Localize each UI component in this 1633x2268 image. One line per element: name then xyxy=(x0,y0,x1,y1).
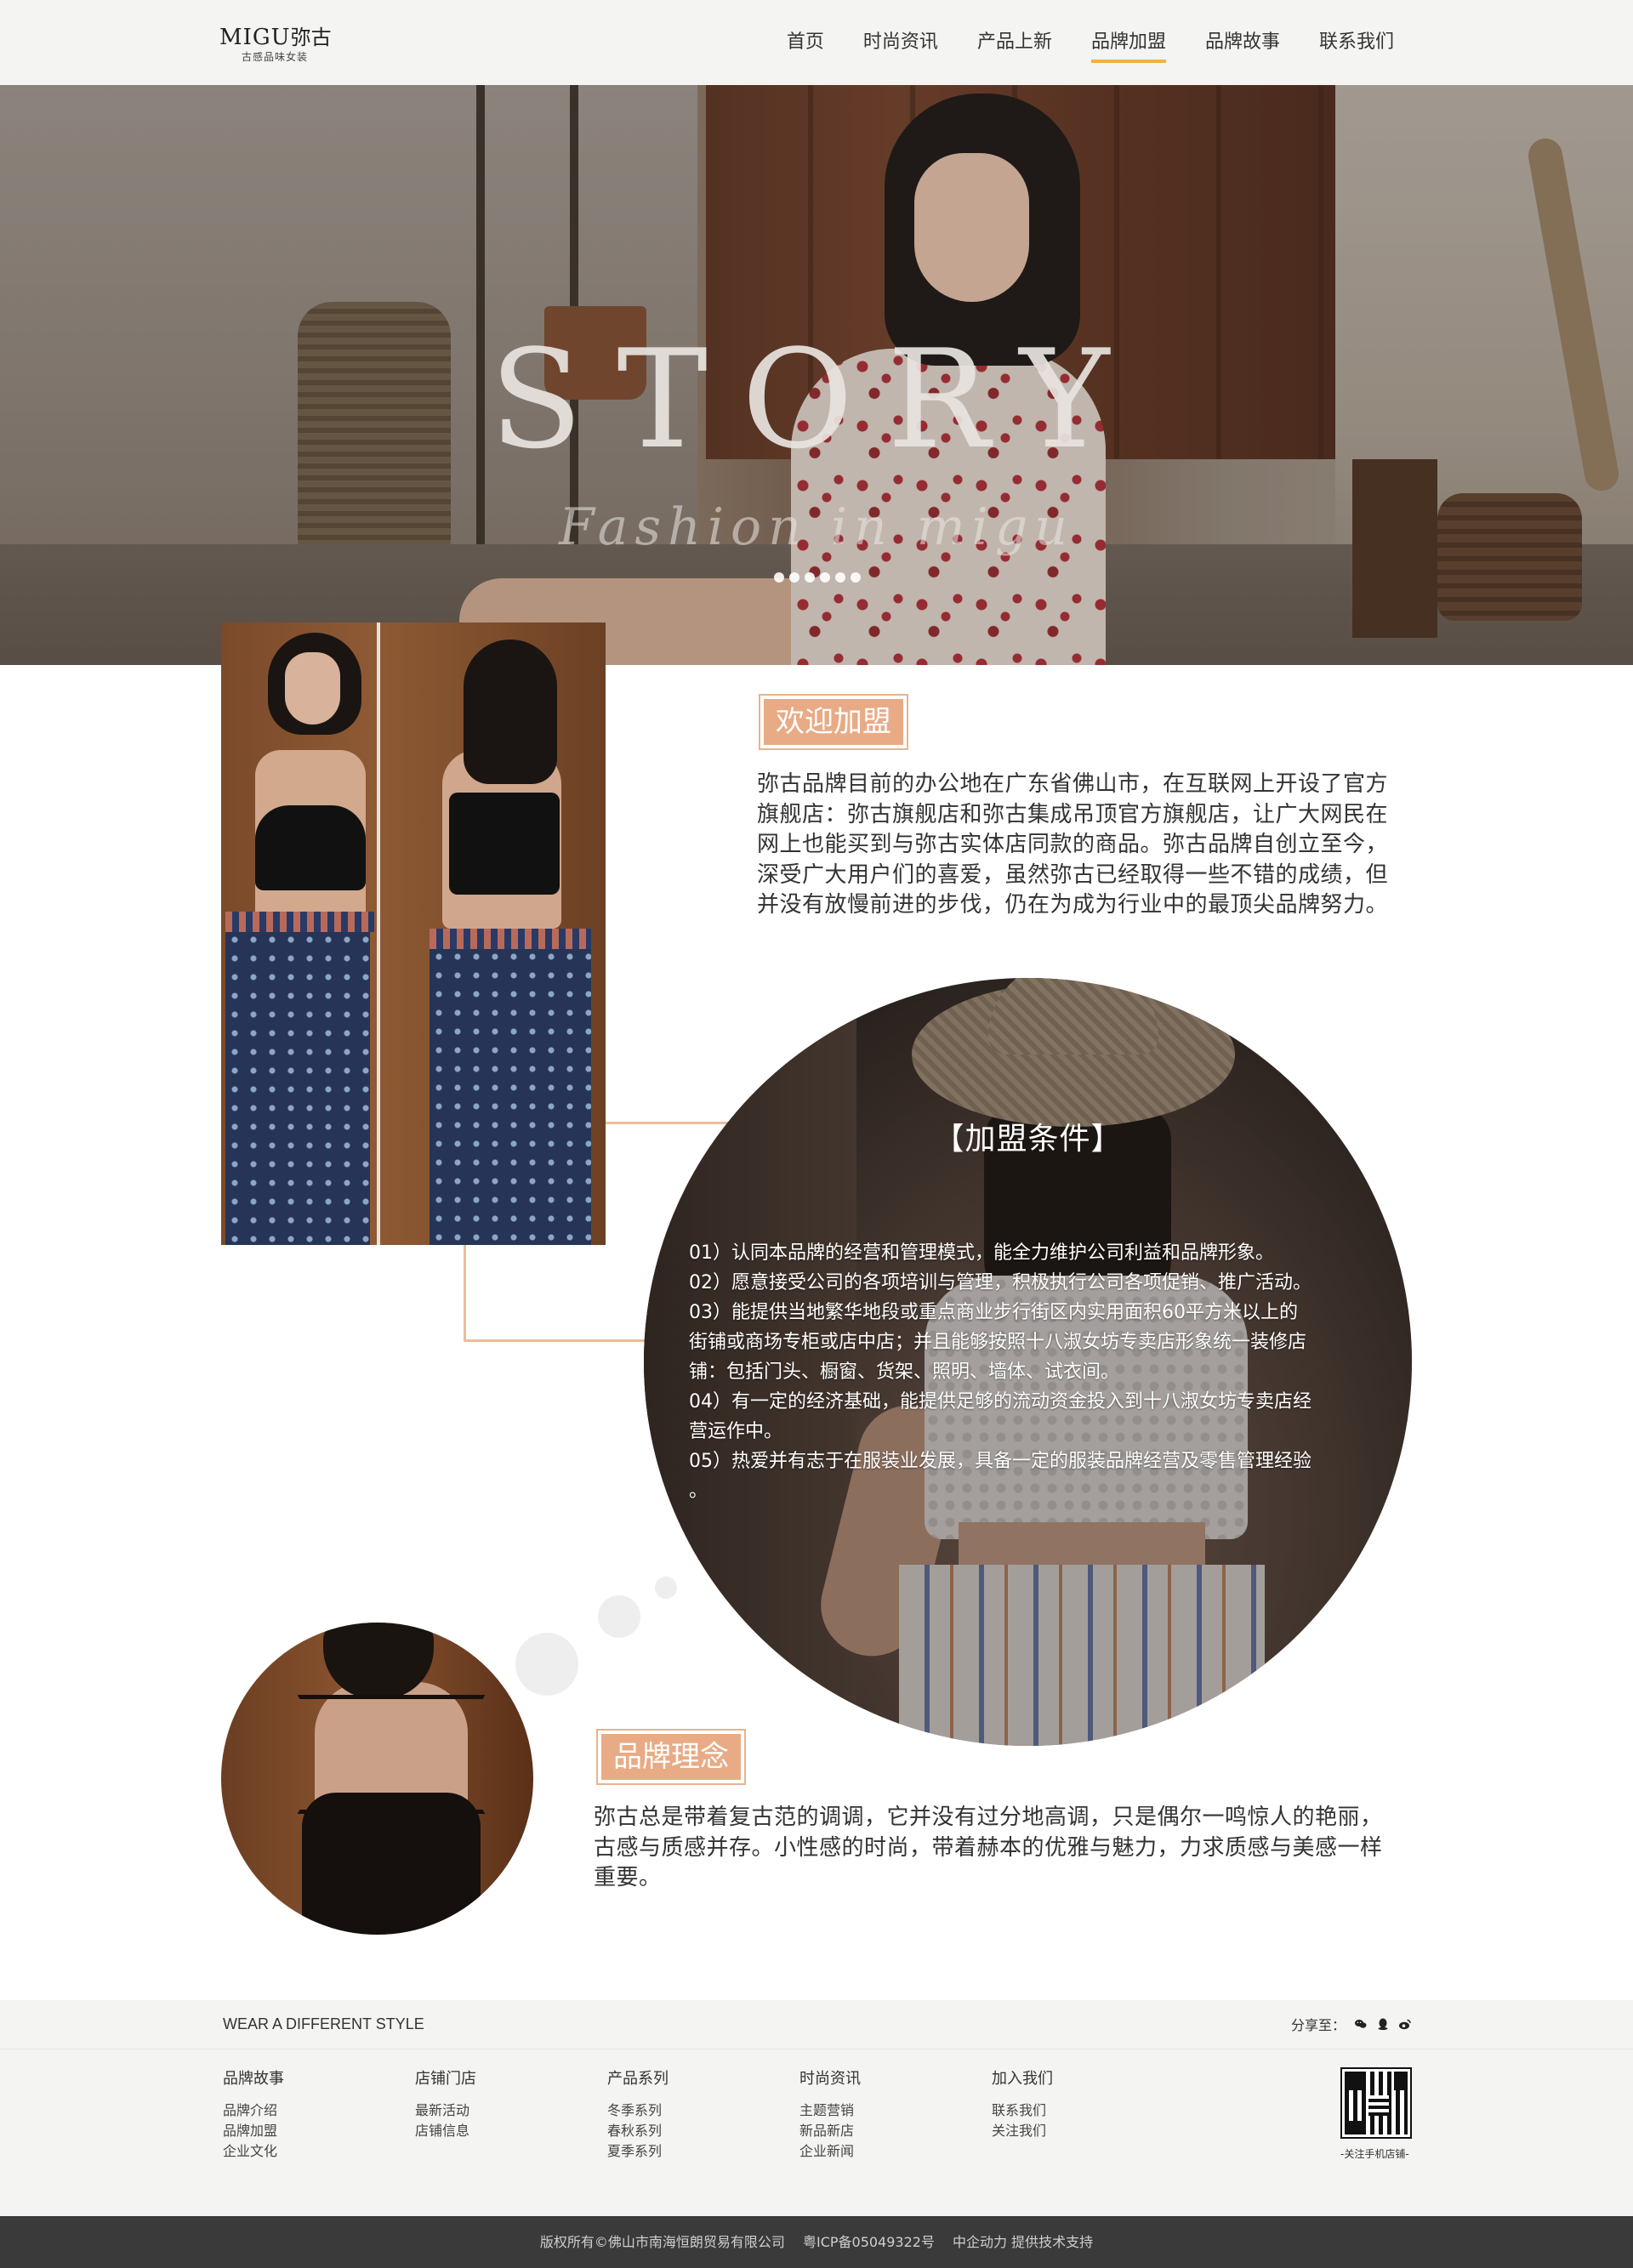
footer-links: 品牌故事 品牌介绍 品牌加盟 企业文化 店铺门店 最新活动 店铺信息 产品系列 … xyxy=(0,2049,1633,2216)
logo-tagline: 古感品味女装 xyxy=(242,51,309,63)
photo-pants xyxy=(225,912,370,1245)
welcome-heading: 欢迎加盟 xyxy=(764,699,903,745)
footer-link[interactable]: 最新活动 xyxy=(415,2100,476,2121)
photo-crop-top xyxy=(255,805,366,890)
main-nav: 首页 时尚资讯 产品上新 品牌加盟 品牌故事 联系我们 xyxy=(767,27,1414,63)
icp-number[interactable]: 粤ICP备05049322号 xyxy=(803,2234,935,2250)
decor-bubble xyxy=(655,1577,677,1599)
footer-link[interactable]: 春秋系列 xyxy=(607,2121,669,2141)
logo-text: MIGU xyxy=(219,25,291,50)
model-photo-front-back xyxy=(221,622,606,1245)
footer-col-title: 时尚资讯 xyxy=(799,2070,861,2088)
share-label: 分享至： xyxy=(1290,2017,1346,2033)
condition-line: 01）认同本品牌的经营和管理模式，能全力维护公司利益和品牌形象。 xyxy=(689,1242,1274,1264)
qq-icon[interactable] xyxy=(1376,2017,1390,2031)
footer-col-join-us: 加入我们 联系我们 关注我们 xyxy=(992,2066,1053,2141)
slider-dot[interactable] xyxy=(820,572,830,583)
page: MIGU弥古 古感品味女装 首页 时尚资讯 产品上新 品牌加盟 品牌故事 联系我… xyxy=(0,0,1633,2268)
footer-col-stores: 店铺门店 最新活动 店铺信息 xyxy=(415,2066,476,2141)
footer-link[interactable]: 联系我们 xyxy=(992,2100,1053,2121)
footer-col-title: 产品系列 xyxy=(607,2070,669,2088)
footer-col-title: 加入我们 xyxy=(992,2070,1053,2088)
footer-link[interactable]: 品牌加盟 xyxy=(223,2121,284,2141)
photo-divider xyxy=(377,622,380,1245)
photo-pants-back xyxy=(430,929,591,1245)
nav-home[interactable]: 首页 xyxy=(767,27,844,63)
decor-bubble xyxy=(515,1633,578,1696)
hero-subtitle: Fashion in migu xyxy=(559,497,1074,557)
slider-dot[interactable] xyxy=(835,572,845,583)
footer-col-title: 品牌故事 xyxy=(223,2070,284,2088)
footer-link[interactable]: 冬季系列 xyxy=(607,2100,669,2121)
slider-dot[interactable] xyxy=(805,572,815,583)
decor-bubble xyxy=(598,1595,640,1638)
footer-col-fashion-news: 时尚资讯 主题营销 新品新店 企业新闻 xyxy=(799,2066,861,2162)
condition-line: 营运作中。 xyxy=(689,1421,783,1442)
brand-heading: 品牌理念 xyxy=(601,1734,741,1780)
nav-new-products[interactable]: 产品上新 xyxy=(958,27,1072,63)
nav-brand-story[interactable]: 品牌故事 xyxy=(1186,27,1300,63)
welcome-paragraph: 弥古品牌目前的办公地在广东省佛山市，在互联网上开设了官方旗舰店：弥古旗舰店和弥古… xyxy=(757,771,1389,918)
circle-small-dress xyxy=(302,1793,481,1935)
footer-col-products: 产品系列 冬季系列 春秋系列 夏季系列 xyxy=(607,2066,669,2162)
condition-line: 04）有一定的经济基础，能提供足够的流动资金投入到十八淑女坊专卖店经 xyxy=(689,1391,1312,1413)
footer-col-title: 店铺门店 xyxy=(415,2070,476,2088)
brand-photo-circle xyxy=(221,1623,533,1935)
qr-label: -关注手机店铺- xyxy=(1340,2148,1409,2160)
brand-paragraph: 弥古总是带着复古范的调调，它并没有过分地高调，只是偶尔一鸣惊人的艳丽，古感与质感… xyxy=(594,1805,1383,1890)
footer-link[interactable]: 店铺信息 xyxy=(415,2121,476,2141)
conditions-list: 01）认同本品牌的经营和管理模式，能全力维护公司利益和品牌形象。 02）愿意接受… xyxy=(689,1238,1369,1506)
footer-link[interactable]: 夏季系列 xyxy=(607,2141,669,2162)
welcome-heading-tag: 欢迎加盟 xyxy=(759,694,908,750)
connector-line xyxy=(464,1245,466,1340)
footer-link[interactable]: 企业新闻 xyxy=(799,2141,861,2162)
footer-link[interactable]: 关注我们 xyxy=(992,2121,1053,2141)
connector-line xyxy=(464,1339,646,1342)
hero-title: STORY xyxy=(489,320,1144,479)
brand-logo[interactable]: MIGU弥古 古感品味女装 xyxy=(219,20,339,68)
condition-line: 02）愿意接受公司的各项培训与管理，积极执行公司各项促销、推广活动。 xyxy=(689,1272,1312,1293)
footer-link[interactable]: 企业文化 xyxy=(223,2141,284,2162)
footer-col-brand-story: 品牌故事 品牌介绍 品牌加盟 企业文化 xyxy=(223,2066,284,2162)
copyright-bar: 版权所有©佛山市南海恒朗贸易有限公司 粤ICP备05049322号 中企动力 提… xyxy=(0,2216,1633,2268)
share-bar: 分享至： xyxy=(1291,2014,1412,2034)
nav-contact[interactable]: 联系我们 xyxy=(1300,27,1414,63)
conditions-circle: 【加盟条件】 01）认同本品牌的经营和管理模式，能全力维护公司利益和品牌形象。 … xyxy=(644,978,1412,1746)
slider-dot[interactable] xyxy=(774,572,784,583)
wechat-icon[interactable] xyxy=(1354,2017,1368,2031)
condition-line: 街铺或商场专柜或店中店；并且能够按照十八淑女坊专卖店形象统一装修店 xyxy=(689,1332,1307,1353)
photo-waistband xyxy=(225,912,374,932)
footer-bar: WEAR A DIFFERENT STYLE 分享至： xyxy=(0,2000,1633,2049)
photo-waistband-back xyxy=(430,929,591,949)
footer-link[interactable]: 主题营销 xyxy=(799,2100,861,2121)
qr-code-icon xyxy=(1340,2067,1412,2139)
photo-hair-back xyxy=(464,639,557,784)
slider-dots xyxy=(774,572,861,583)
nav-fashion-news[interactable]: 时尚资讯 xyxy=(844,27,958,63)
brand-heading-tag: 品牌理念 xyxy=(596,1729,746,1785)
slider-dot[interactable] xyxy=(789,572,799,583)
condition-line: 05）热爱并有志于在服装业发展，具备一定的服装品牌经营及零售管理经验 xyxy=(689,1451,1312,1472)
footer-link[interactable]: 品牌介绍 xyxy=(223,2100,284,2121)
site-header: MIGU弥古 古感品味女装 首页 时尚资讯 产品上新 品牌加盟 品牌故事 联系我… xyxy=(0,0,1633,85)
slider-dot[interactable] xyxy=(851,572,861,583)
condition-line: 。 xyxy=(689,1481,708,1502)
copyright-text: 版权所有©佛山市南海恒朗贸易有限公司 xyxy=(539,2234,785,2250)
hero-banner: STORY Fashion in migu xyxy=(0,85,1633,665)
condition-line: 03）能提供当地繁华地段或重点商业步行街区内实用面积60平方米以上的 xyxy=(689,1302,1298,1323)
logo-cn-text: 弥古 xyxy=(290,26,332,49)
tech-support[interactable]: 中企动力 提供技术支持 xyxy=(953,2234,1093,2250)
nav-franchise[interactable]: 品牌加盟 xyxy=(1072,27,1186,63)
weibo-icon[interactable] xyxy=(1398,2017,1412,2031)
photo-crop-top-back xyxy=(449,793,560,895)
footer-slogan: WEAR A DIFFERENT STYLE xyxy=(223,2015,424,2032)
conditions-title: 【加盟条件】 xyxy=(933,1122,1123,1157)
footer-link[interactable]: 新品新店 xyxy=(799,2121,861,2141)
condition-line: 铺：包括门头、橱窗、货架、照明、墙体、试衣间。 xyxy=(689,1361,1120,1383)
photo-face xyxy=(285,652,340,725)
